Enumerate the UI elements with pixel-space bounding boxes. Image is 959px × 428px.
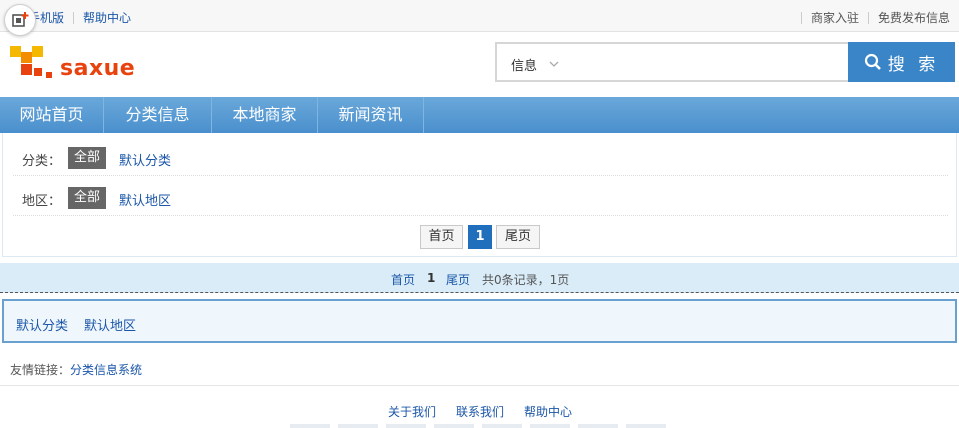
friend-links-label: 友情链接： — [10, 363, 71, 377]
region-all-button[interactable]: 全部 — [68, 187, 107, 209]
pager-current-page[interactable]: 1 — [468, 225, 492, 249]
friend-links: 友情链接：分类信息系统 — [10, 361, 142, 378]
footer-help-link[interactable]: 帮助中心 — [524, 403, 572, 420]
divider — [73, 11, 75, 24]
results-summary: 共0条记录，1页 — [482, 273, 570, 287]
pager-first-button[interactable]: 首页 — [420, 225, 463, 249]
category-link[interactable]: 默认分类 — [16, 315, 68, 334]
main-nav: 网站首页 分类信息 本地商家 新闻资讯 — [0, 97, 959, 133]
category-default-link[interactable]: 默认分类 — [119, 150, 171, 169]
category-filter-label: 分类： — [22, 154, 62, 169]
results-first-link[interactable]: 首页 — [391, 271, 415, 288]
footer-copyright-cutoff — [290, 424, 670, 428]
category-links-box: 默认分类 默认地区 — [2, 299, 957, 343]
divider — [800, 11, 802, 24]
region-default-link[interactable]: 默认地区 — [119, 190, 171, 209]
pager-last-button[interactable]: 尾页 — [496, 225, 540, 249]
divider — [867, 11, 869, 24]
footer-divider — [0, 385, 959, 386]
top-bar: 手机版 帮助中心 商家入驻 免费发布信息 — [0, 0, 959, 32]
merchant-join-link[interactable]: 商家入驻 — [811, 9, 859, 26]
nav-item-classifieds[interactable]: 分类信息 — [104, 97, 212, 133]
add-shortcut-icon[interactable] — [4, 4, 36, 36]
site-logo-text: saxue — [60, 56, 136, 81]
results-pager-bar: 首页 1 尾页 共0条记录，1页 — [0, 263, 959, 293]
nav-item-news[interactable]: 新闻资讯 — [318, 97, 424, 133]
results-current-page: 1 — [427, 271, 436, 285]
search-button-label: 搜 索 — [887, 54, 940, 75]
help-center-link[interactable]: 帮助中心 — [83, 9, 131, 26]
region-filter-label: 地区： — [22, 194, 62, 209]
search-bar: 信息 搜 索 — [495, 42, 955, 82]
top-bar-right: 商家入驻 免费发布信息 — [800, 9, 950, 26]
results-last-link[interactable]: 尾页 — [446, 271, 470, 288]
category-filter-row: 分类： 全部 默认分类 — [13, 136, 948, 176]
chevron-down-icon — [549, 57, 559, 71]
nav-item-local-merchants[interactable]: 本地商家 — [212, 97, 318, 133]
search-button[interactable]: 搜 索 — [848, 42, 955, 82]
region-link[interactable]: 默认地区 — [84, 315, 136, 334]
nav-item-home[interactable]: 网站首页 — [0, 97, 104, 133]
search-icon — [864, 53, 882, 71]
friend-link-item[interactable]: 分类信息系统 — [70, 363, 142, 377]
footer-about-link[interactable]: 关于我们 — [388, 403, 436, 420]
category-all-button[interactable]: 全部 — [68, 147, 107, 169]
search-category-select[interactable]: 信息 — [511, 55, 537, 74]
region-filter-row: 地区： 全部 默认地区 — [13, 176, 948, 216]
top-bar-left: 手机版 帮助中心 — [28, 9, 131, 26]
footer-contact-link[interactable]: 联系我们 — [456, 403, 504, 420]
search-input[interactable]: 信息 — [495, 42, 849, 82]
free-post-link[interactable]: 免费发布信息 — [878, 9, 950, 26]
